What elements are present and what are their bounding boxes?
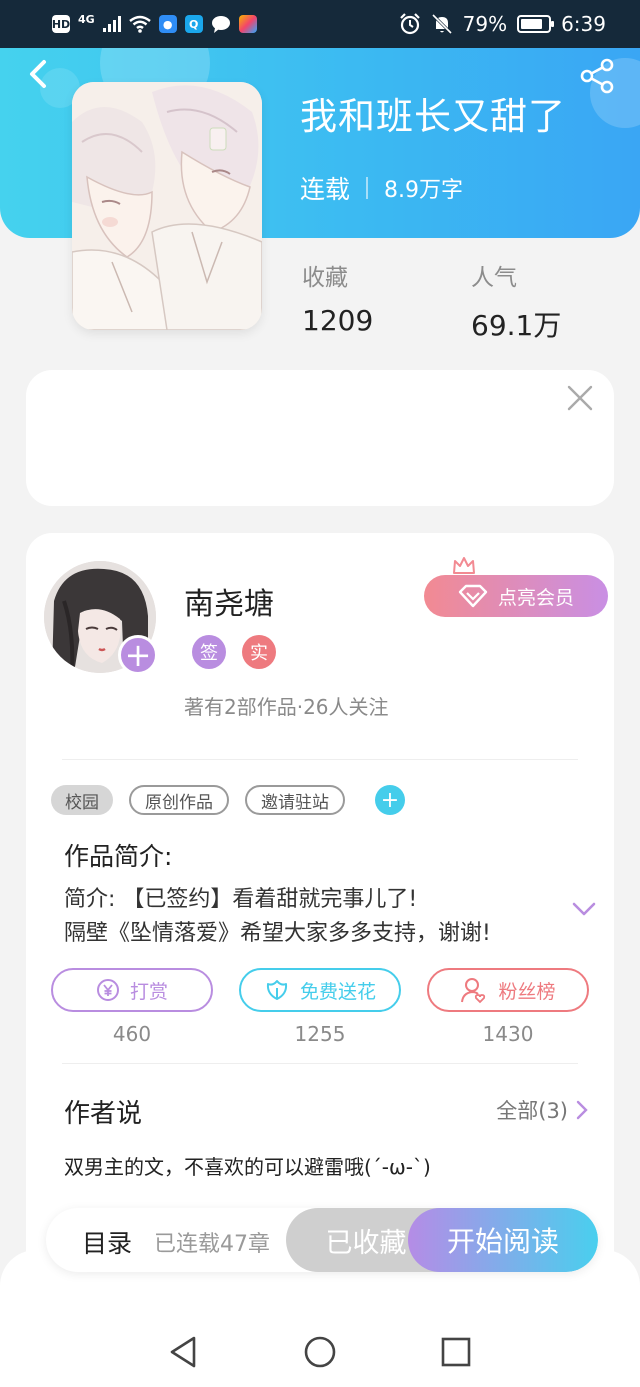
add-tag-button[interactable]: + bbox=[375, 785, 405, 815]
fans-label: 粉丝榜 bbox=[498, 980, 556, 1003]
flower-action: 免费送花 1255 bbox=[239, 968, 401, 1046]
vip-button[interactable]: 点亮会员 bbox=[424, 575, 608, 617]
author-said-heading: 作者说 bbox=[64, 1099, 143, 1129]
popularity-value: 69.1万 bbox=[471, 309, 562, 342]
divider bbox=[62, 759, 578, 760]
author-info: 著有2部作品·26人关注 bbox=[184, 695, 389, 719]
tag-row: 校园 原创作品 邀请驻站 + bbox=[51, 785, 405, 815]
message-app-icon bbox=[211, 16, 230, 33]
collected-label: 已收藏 bbox=[325, 1227, 407, 1259]
bulb-app-icon: ● bbox=[158, 15, 177, 33]
vip-label: 点亮会员 bbox=[497, 586, 574, 609]
recents-square-icon[interactable] bbox=[438, 1334, 474, 1370]
intro-heading: 作品简介: bbox=[64, 842, 173, 871]
back-button[interactable] bbox=[20, 56, 56, 92]
all-label: 全部(3) bbox=[496, 1099, 568, 1123]
ad-card bbox=[26, 370, 614, 506]
reward-button[interactable]: 打赏 bbox=[51, 968, 213, 1012]
favorites-stat: 收藏 1209 bbox=[302, 258, 373, 337]
bottom-action-bar: 目录 已连载47章 已收藏 开始阅读 bbox=[46, 1208, 598, 1272]
flower-label: 免费送花 bbox=[299, 980, 376, 1003]
yen-coin-icon bbox=[96, 979, 119, 1001]
intro-line: 简介: 【已签约】看着甜就完事儿了! bbox=[64, 887, 418, 912]
fans-action: 粉丝榜 1430 bbox=[427, 968, 589, 1046]
book-title: 我和班长又甜了 bbox=[300, 95, 566, 138]
expand-chevron-icon[interactable] bbox=[572, 901, 596, 917]
network-type: 4G bbox=[78, 12, 95, 26]
chapter-count[interactable]: 已连载47章 bbox=[154, 1226, 270, 1258]
tag-invite[interactable]: 邀请驻站 bbox=[245, 785, 345, 815]
back-triangle-icon[interactable] bbox=[166, 1334, 202, 1370]
signal-icon bbox=[102, 16, 121, 32]
popularity-label: 人气 bbox=[471, 265, 517, 291]
close-ad-button[interactable] bbox=[566, 384, 594, 412]
popularity-stat: 人气 69.1万 bbox=[471, 258, 561, 344]
home-circle-icon[interactable] bbox=[302, 1334, 338, 1370]
mute-icon bbox=[431, 13, 452, 35]
close-icon bbox=[567, 385, 593, 411]
author-said-all-link[interactable]: 全部(3) bbox=[496, 1095, 588, 1125]
reward-count: 460 bbox=[112, 1022, 152, 1046]
reward-action: 打赏 460 bbox=[51, 968, 213, 1046]
follow-author-button[interactable]: + bbox=[118, 635, 158, 675]
favorites-value: 1209 bbox=[302, 304, 374, 337]
author-said-text: 双男主的文，不喜欢的可以避雷哦(´-ω-`) bbox=[64, 1155, 431, 1179]
alarm-icon bbox=[399, 13, 420, 35]
clock: 6:39 bbox=[561, 12, 606, 36]
flower-count: 1255 bbox=[294, 1022, 346, 1046]
author-name[interactable]: 南尧塘 bbox=[184, 579, 274, 623]
fans-count: 1430 bbox=[482, 1022, 534, 1046]
toc-button[interactable]: 目录 bbox=[82, 1224, 132, 1260]
intro-line: 隔壁《坠情落爱》希望大家多多支持，谢谢! bbox=[64, 921, 491, 946]
tag-original[interactable]: 原创作品 bbox=[129, 785, 229, 815]
chevron-left-icon bbox=[30, 60, 46, 88]
share-button[interactable] bbox=[578, 56, 618, 96]
hd-icon: HD bbox=[52, 15, 70, 33]
start-reading-button[interactable]: 开始阅读 bbox=[408, 1208, 598, 1272]
chevron-right-icon bbox=[576, 1100, 588, 1120]
share-icon bbox=[580, 58, 614, 94]
cover-illustration bbox=[72, 82, 262, 330]
wifi-icon bbox=[128, 15, 151, 33]
verified-badge: 实 bbox=[242, 635, 276, 669]
search-app-icon: Q bbox=[184, 15, 203, 33]
free-flower-button[interactable]: 免费送花 bbox=[239, 968, 401, 1012]
diamond-icon bbox=[458, 584, 488, 608]
user-heart-icon bbox=[461, 978, 486, 1004]
tag-campus[interactable]: 校园 bbox=[51, 785, 113, 815]
reward-label: 打赏 bbox=[129, 980, 168, 1003]
crown-icon bbox=[453, 557, 475, 574]
battery-percent: 79% bbox=[462, 12, 508, 36]
book-cover[interactable] bbox=[72, 82, 262, 330]
detail-card: + 南尧塘 签 实 著有2部作品·26人关注 点亮会员 校园 原创作品 邀请驻站… bbox=[26, 533, 614, 1293]
serial-status: 连载 bbox=[300, 175, 351, 204]
book-meta: 连载 8.9万字 bbox=[300, 170, 463, 206]
status-bar: HD 4G ● Q 79% 6:39 bbox=[0, 0, 640, 48]
intro-text: 简介: 【已签约】看着甜就完事儿了! 隔壁《坠情落爱》希望大家多多支持，谢谢! bbox=[64, 883, 544, 951]
gallery-app-icon bbox=[238, 15, 257, 33]
divider bbox=[62, 1063, 578, 1064]
word-count: 8.9万字 bbox=[384, 178, 464, 203]
plus-icon: + bbox=[124, 636, 152, 674]
fans-rank-button[interactable]: 粉丝榜 bbox=[427, 968, 589, 1012]
meta-divider bbox=[366, 177, 369, 199]
plus-icon: + bbox=[380, 787, 400, 813]
read-label: 开始阅读 bbox=[446, 1225, 559, 1258]
battery-icon bbox=[517, 15, 555, 33]
action-row: 打赏 460 免费送花 1255 粉丝榜 1430 bbox=[51, 968, 589, 1046]
signed-badge: 签 bbox=[192, 635, 226, 669]
favorites-label: 收藏 bbox=[302, 265, 348, 291]
flower-icon bbox=[266, 980, 288, 1000]
